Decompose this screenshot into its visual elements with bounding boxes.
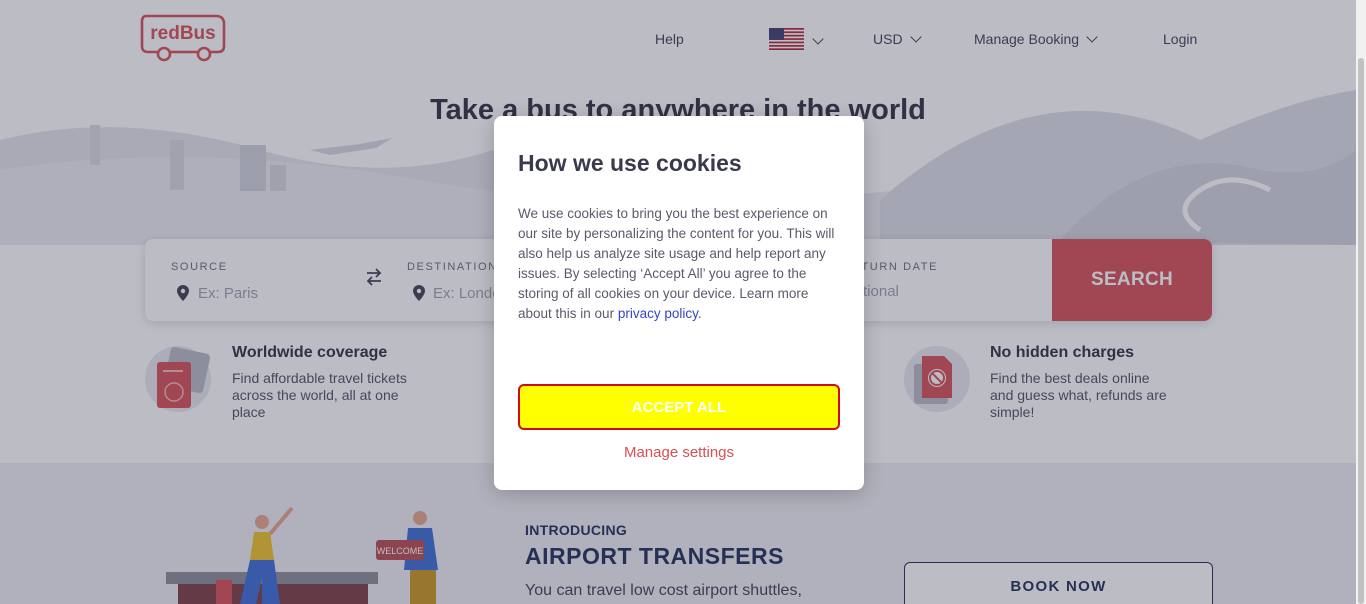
scrollbar-thumb[interactable] bbox=[1358, 58, 1364, 604]
manage-settings-link[interactable]: Manage settings bbox=[494, 444, 864, 461]
page: redBus Help USD Manage Booking Login Tak… bbox=[0, 0, 1356, 604]
cookie-modal: How we use cookies We use cookies to bri… bbox=[494, 116, 864, 490]
vertical-scrollbar[interactable] bbox=[1356, 0, 1366, 604]
cookie-modal-body: We use cookies to bring you the best exp… bbox=[518, 204, 840, 324]
cookie-modal-title: How we use cookies bbox=[518, 150, 742, 176]
privacy-policy-link[interactable]: privacy policy bbox=[618, 306, 698, 321]
accept-all-button[interactable]: ACCEPT ALL bbox=[518, 384, 840, 430]
cookie-modal-text-suffix: . bbox=[697, 306, 702, 321]
cookie-modal-text: We use cookies to bring you the best exp… bbox=[518, 206, 835, 321]
